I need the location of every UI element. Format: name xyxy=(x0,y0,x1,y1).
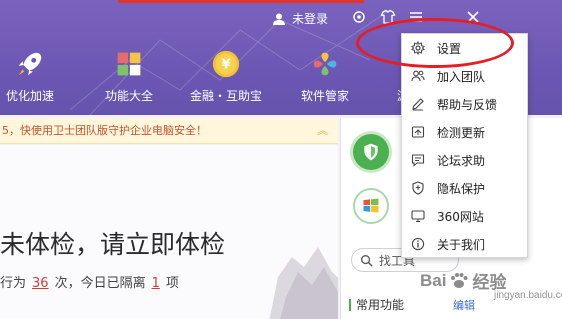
monitor-icon xyxy=(411,209,425,223)
subline-prefix: 行为 xyxy=(0,276,27,291)
menu-item-help-feedback[interactable]: 帮助与反馈 xyxy=(402,92,527,116)
shield-icon xyxy=(411,181,425,195)
menu-label-privacy: 隐私保护 xyxy=(437,181,486,196)
menu-item-forum[interactable]: 论坛求助 xyxy=(402,148,527,172)
update-icon xyxy=(411,125,425,139)
info-icon xyxy=(411,237,425,251)
nav-label-finance: 金融・互助宝 xyxy=(189,89,262,103)
yuan-coin-icon: ¥ xyxy=(212,50,240,78)
nav-item-features[interactable]: 功能大全 xyxy=(84,48,174,104)
watermark-url: jingyan.baidu.com xyxy=(494,290,562,301)
baidu-watermark: Bai 经验 jingyan.baidu.com xyxy=(420,268,562,302)
login-label: 未登录 xyxy=(292,12,329,26)
software-manager-icon xyxy=(313,52,337,76)
menu-item-360-website[interactable]: 360网站 xyxy=(402,204,527,228)
exam-subline: 行为 36 次，今日已隔离 1 项 xyxy=(0,272,179,291)
svg-text:¥: ¥ xyxy=(221,58,230,73)
common-functions-header: 常用功能 xyxy=(349,296,404,313)
nav-label-optimize: 优化加速 xyxy=(5,89,54,103)
apps-grid-icon xyxy=(117,52,141,76)
common-functions-label: 常用功能 xyxy=(356,298,405,312)
nav-item-finance[interactable]: ¥ 金融・互助宝 xyxy=(181,48,271,104)
menu-label-about: 关于我们 xyxy=(437,237,486,252)
menu-label-help-feedback: 帮助与反馈 xyxy=(437,97,498,112)
windows-button[interactable] xyxy=(353,188,389,224)
header-accent-bar xyxy=(118,0,364,3)
pencil-icon xyxy=(411,97,425,111)
notice-bar[interactable]: 5，快使用卫士团队版守护企业电脑安全！ ︽ xyxy=(0,118,338,144)
nav-item-software[interactable]: 软件管家 xyxy=(280,48,370,104)
edit-link[interactable]: 编辑 xyxy=(453,297,475,313)
windows-logo-icon xyxy=(363,198,379,213)
menu-label-360-website: 360网站 xyxy=(437,209,484,224)
nav-item-optimize[interactable]: 优化加速 xyxy=(0,48,75,104)
paw-logo-icon xyxy=(451,272,468,288)
team-icon xyxy=(411,69,425,83)
nav-label-features: 功能大全 xyxy=(104,89,153,103)
green-shield-icon xyxy=(364,143,378,161)
security-shield-button[interactable] xyxy=(353,134,389,170)
watermark-left: Bai xyxy=(420,270,447,290)
subline-suffix: 项 xyxy=(165,276,179,291)
menu-item-privacy[interactable]: 隐私保护 xyxy=(402,176,527,200)
section-marker xyxy=(349,298,351,311)
menu-label-check-update: 检测更新 xyxy=(437,125,486,140)
menu-item-about[interactable]: 关于我们 xyxy=(402,232,527,256)
search-icon xyxy=(361,254,373,267)
rocket-icon xyxy=(18,52,42,76)
subline-middle: 次，今日已隔离 xyxy=(54,276,146,291)
highlight-annotation xyxy=(356,18,514,68)
skin-icon[interactable] xyxy=(351,9,367,25)
menu-label-join-team: 加入团队 xyxy=(437,69,486,84)
background-mountain xyxy=(269,247,338,319)
notice-text: 5，快使用卫士团队版守护企业电脑安全！ xyxy=(2,124,207,137)
menu-item-check-update[interactable]: 检测更新 xyxy=(402,120,527,144)
login-link[interactable]: 未登录 xyxy=(272,10,328,27)
exam-headline: 未体检，请立即体检 xyxy=(0,230,226,259)
isolated-count[interactable]: 1 xyxy=(152,276,160,291)
nav-label-software: 软件管家 xyxy=(300,89,349,103)
collapse-chevron-icon[interactable]: ︽ xyxy=(317,118,328,143)
menu-label-forum: 论坛求助 xyxy=(437,153,486,168)
forum-icon xyxy=(411,153,425,167)
days-count[interactable]: 36 xyxy=(32,276,49,291)
main-panel: 未体检，请立即体检 行为 36 次，今日已隔离 1 项 xyxy=(0,145,338,319)
user-icon xyxy=(273,13,285,25)
